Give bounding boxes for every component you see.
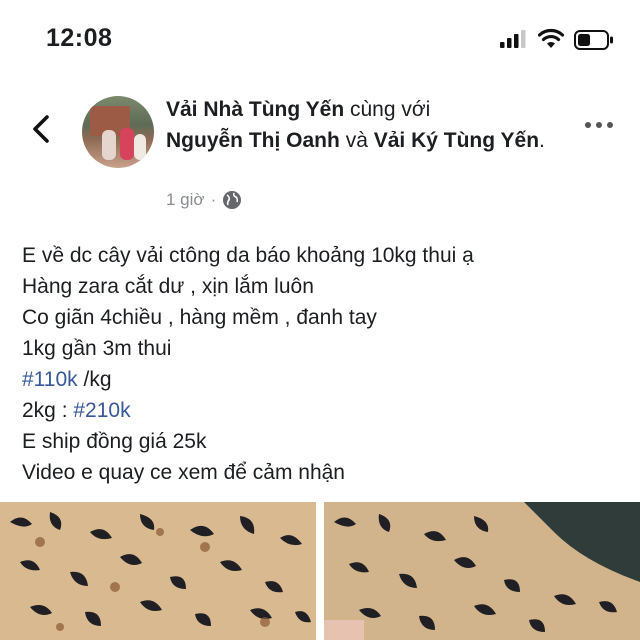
meta-dot: · bbox=[210, 190, 217, 209]
price-hashtag[interactable]: #110k bbox=[22, 368, 78, 391]
post-line-3: Co giãn 4chiều , hàng mềm , đanh tay bbox=[22, 306, 377, 329]
post-author-line: Vải Nhà Tùng Yến cùng với Nguyễn Thị Oan… bbox=[166, 94, 566, 156]
post-header: Vải Nhà Tùng Yến cùng với Nguyễn Thị Oan… bbox=[0, 88, 640, 218]
post-photo-1[interactable] bbox=[0, 502, 316, 640]
post-time[interactable]: 1 giờ bbox=[166, 190, 205, 210]
post-line-4: 1kg gần 3m thui bbox=[22, 337, 172, 360]
post-line-1: E về dc cây vải ctông da báo khoảng 10kg… bbox=[22, 244, 474, 267]
video-line: Video e quay ce xem để cảm nhận bbox=[22, 461, 345, 484]
post-photo-2[interactable] bbox=[324, 502, 640, 640]
battery-icon bbox=[574, 30, 613, 50]
post-meta: 1 giờ · bbox=[166, 190, 242, 210]
status-bar: 12:08 bbox=[0, 0, 640, 80]
bulk-price-line: 2kg : #210k bbox=[22, 395, 622, 426]
globe-icon bbox=[223, 191, 242, 209]
with-text: cùng với bbox=[350, 98, 431, 121]
price-line: #110k /kg bbox=[22, 364, 622, 395]
bulk-hashtag[interactable]: #210k bbox=[73, 399, 130, 422]
wifi-icon bbox=[538, 28, 564, 48]
and-text: và bbox=[345, 129, 368, 152]
tagged-user-1[interactable]: Nguyễn Thị Oanh bbox=[166, 129, 340, 152]
period: . bbox=[539, 129, 545, 152]
signal-icon bbox=[500, 30, 526, 48]
tagged-user-2[interactable]: Vải Ký Tùng Yến bbox=[374, 129, 539, 152]
back-arrow-icon[interactable] bbox=[28, 114, 56, 144]
price-unit: /kg bbox=[77, 368, 112, 391]
status-time: 12:08 bbox=[46, 24, 113, 52]
post-line-2: Hàng zara cắt dư , xịn lắm luôn bbox=[22, 275, 314, 298]
author-avatar[interactable] bbox=[82, 96, 154, 168]
more-options-icon[interactable] bbox=[584, 120, 614, 130]
shipping-line: E ship đồng giá 25k bbox=[22, 430, 207, 453]
post-text: E về dc cây vải ctông da báo khoảng 10kg… bbox=[22, 240, 622, 488]
bulk-prefix: 2kg : bbox=[22, 399, 74, 422]
author-name[interactable]: Vải Nhà Tùng Yến bbox=[166, 98, 344, 121]
